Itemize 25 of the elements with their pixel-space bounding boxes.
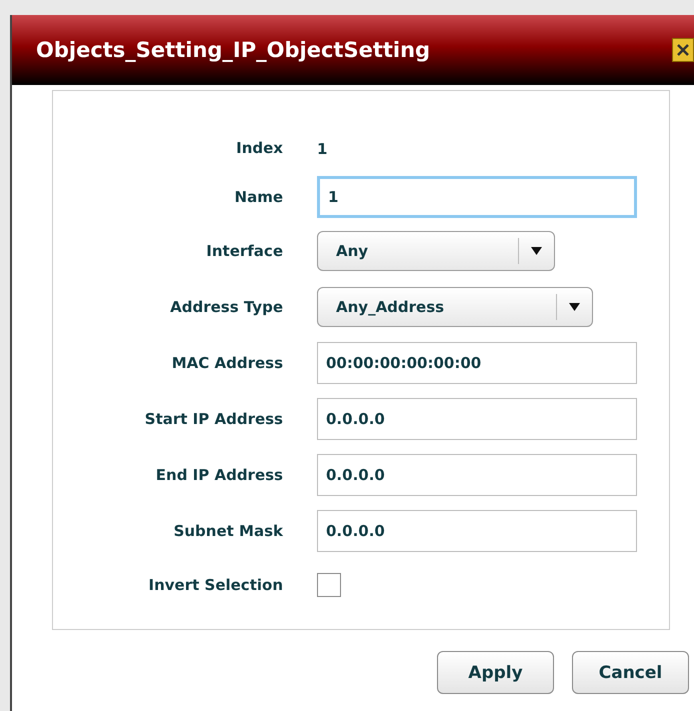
field-label: MAC Address [170, 354, 283, 372]
input-field[interactable]: 00:00:00:00:00:00 [317, 342, 637, 384]
field-label: Start IP Address [144, 410, 283, 428]
field-label: Address Type [169, 298, 283, 316]
input-field[interactable]: 0.0.0.0 [317, 510, 637, 552]
dropdown[interactable]: Any_Address [317, 287, 593, 327]
close-icon [676, 43, 690, 57]
field-label: Subnet Mask [172, 522, 283, 540]
field-label: Interface [205, 242, 283, 260]
window-title: Objects_Setting_IP_ObjectSetting [36, 38, 430, 62]
input-field[interactable]: 0.0.0.0 [317, 454, 637, 496]
input-field[interactable]: 1 [317, 176, 637, 218]
caret-icon [569, 303, 580, 311]
field-label: End IP Address [154, 466, 283, 484]
field-label: Index [235, 139, 283, 157]
checkbox[interactable] [317, 573, 341, 597]
cancel-button[interactable]: Cancel [572, 651, 689, 694]
apply-button[interactable]: Apply [437, 651, 554, 694]
dropdown[interactable]: Any [317, 231, 555, 271]
field-label: Invert Selection [148, 576, 283, 594]
field-value: 1 [317, 140, 328, 158]
caret-icon [531, 247, 542, 255]
field-label: Name [234, 188, 283, 206]
close-button[interactable] [672, 38, 694, 62]
input-field[interactable]: 0.0.0.0 [317, 398, 637, 440]
